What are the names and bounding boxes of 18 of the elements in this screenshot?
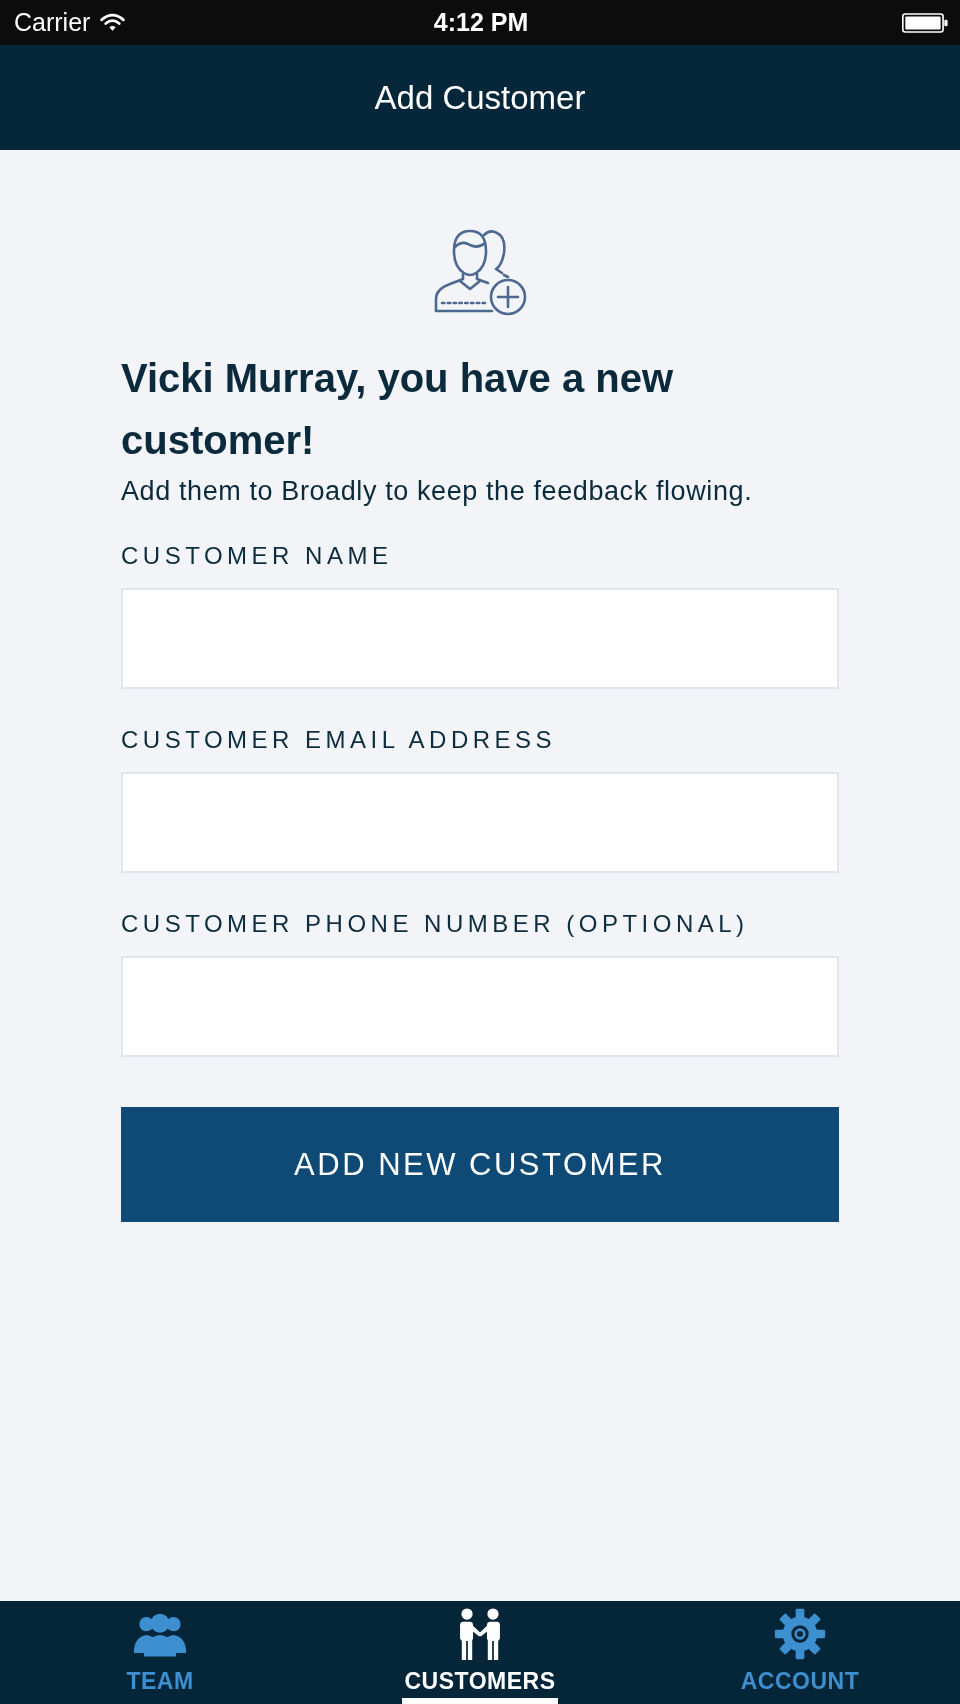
tab[interactable]: TEAM	[0, 1601, 320, 1704]
text-field[interactable]	[121, 772, 839, 873]
intro-text: Add them to Broadly to keep the feedback flowing.	[121, 475, 754, 507]
tab[interactable]: CUSTOMERS	[320, 1601, 640, 1704]
text-field[interactable]	[121, 588, 839, 689]
text-field[interactable]	[121, 956, 839, 1057]
battery-icon	[902, 12, 948, 33]
wifi-icon	[100, 13, 126, 32]
screen-title: Add Customer	[374, 78, 586, 117]
add-customer-button[interactable]: ADD NEW CUSTOMER	[121, 1107, 839, 1222]
field-label: CUSTOMER EMAIL ADDRESS	[121, 725, 558, 755]
carrier-name: Carrier	[14, 8, 91, 37]
clock-time: 4:12 PM	[433, 8, 529, 37]
gear-icon	[773, 1608, 827, 1660]
field-label: CUSTOMER PHONE NUMBER (OPTIONAL)	[121, 909, 750, 939]
tab[interactable]: ACCOUNT	[640, 1601, 960, 1704]
welcome-heading: Vicki Murray, you have a new customer!	[121, 355, 675, 464]
field-label: CUSTOMER NAME	[121, 541, 394, 571]
